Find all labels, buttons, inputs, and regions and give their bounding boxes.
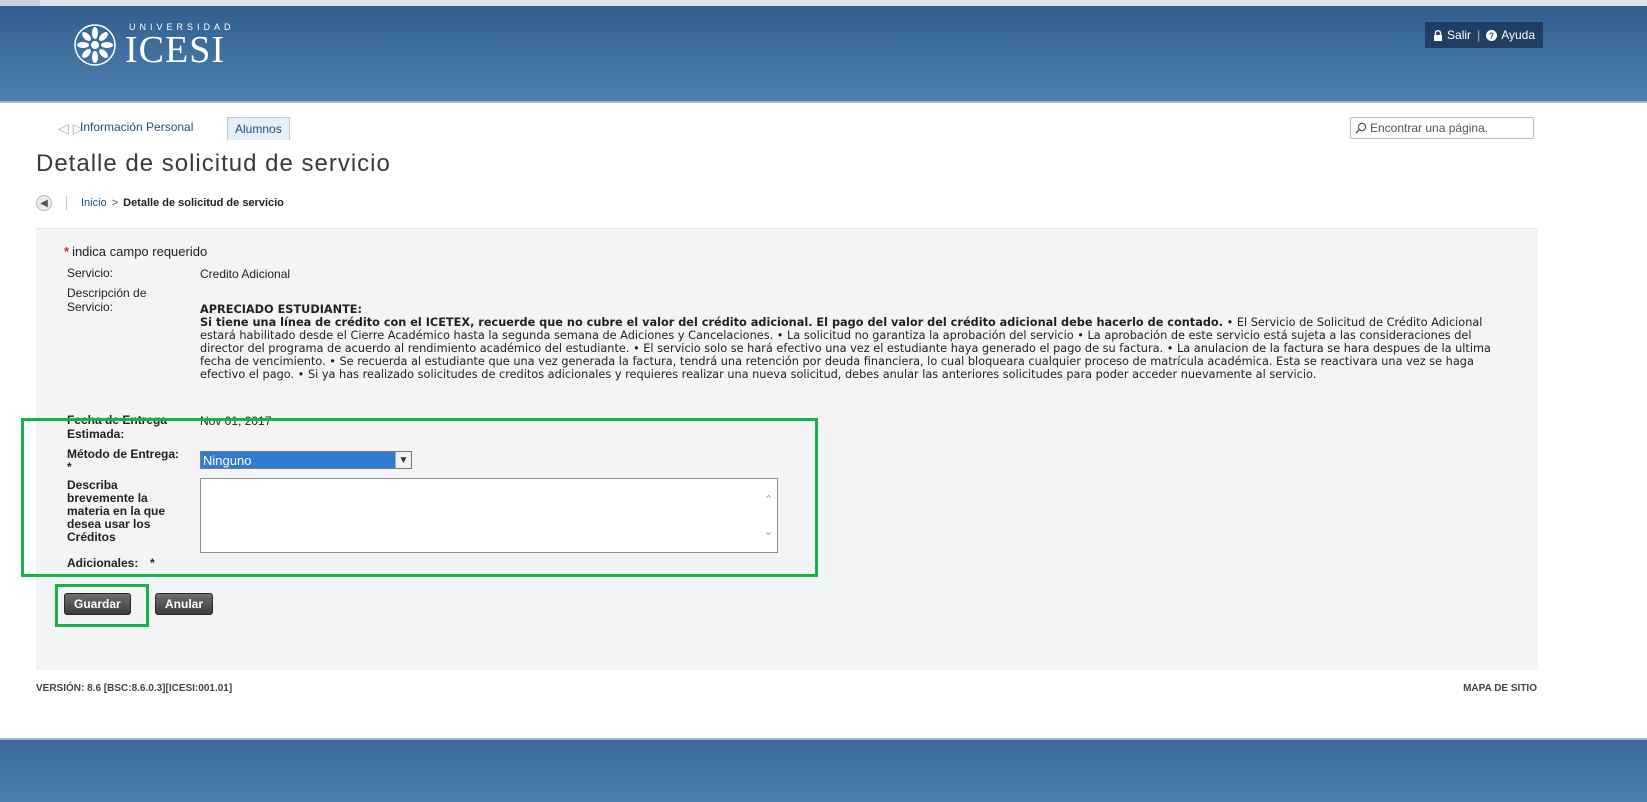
servicio-label: Servicio: xyxy=(67,266,114,280)
breadcrumb-home-link[interactable]: Inicio xyxy=(81,197,107,209)
required-star-icon: * xyxy=(64,244,70,259)
logout-link[interactable]: Salir xyxy=(1433,28,1471,42)
highlight-box-form-fields xyxy=(21,418,818,577)
page-search-input[interactable]: Encontrar una página. xyxy=(1350,117,1534,139)
header-banner: UNIVERSIDAD ICESI Salir | ? Ayuda xyxy=(0,0,1647,103)
top-links: Salir | ? Ayuda xyxy=(1425,22,1543,48)
breadcrumb: ◀ Inicio > Detalle de solicitud de servi… xyxy=(36,193,284,213)
anular-button[interactable]: Anular xyxy=(155,593,214,615)
icesi-emblem-icon xyxy=(74,24,116,66)
help-icon: ? xyxy=(1486,29,1498,41)
guardar-button[interactable]: Guardar xyxy=(64,593,131,615)
help-link[interactable]: ? Ayuda xyxy=(1486,28,1535,42)
header-topline xyxy=(0,0,1647,6)
header-nub xyxy=(0,0,40,6)
sitemap-link[interactable]: MAPA DE SITIO xyxy=(1463,683,1537,694)
servicio-value: Credito Adicional xyxy=(200,267,291,281)
lock-icon xyxy=(1434,29,1443,41)
version-text: VERSIÓN: 8.6 [BSC:8.6.0.3][ICESI:001.01] xyxy=(36,683,233,694)
page-title: Detalle de solicitud de servicio xyxy=(36,150,391,177)
descripcion-text: APRECIADO ESTUDIANTE: Si tiene una línea… xyxy=(200,303,1510,381)
required-note: * indica campo requerido xyxy=(64,244,207,259)
descripcion-label-line1: Descripción de xyxy=(67,286,147,300)
logo-words: UNIVERSIDAD ICESI xyxy=(125,22,235,71)
help-label: Ayuda xyxy=(1501,28,1535,42)
required-note-text: indica campo requerido xyxy=(72,244,208,259)
breadcrumb-separator: > xyxy=(111,197,119,209)
descripcion-heading: APRECIADO ESTUDIANTE: xyxy=(200,303,363,316)
tab-informacion-personal[interactable]: Información Personal xyxy=(80,120,193,134)
icesi-logo[interactable]: UNIVERSIDAD ICESI xyxy=(73,20,235,70)
logo-main-text: ICESI xyxy=(125,29,225,71)
footer-banner xyxy=(0,738,1647,802)
breadcrumb-current: Detalle de solicitud de servicio xyxy=(123,197,284,209)
svg-text:?: ? xyxy=(1489,31,1494,40)
back-arrow-icon[interactable]: ◀ xyxy=(36,195,52,211)
descripcion-bold: Si tiene una línea de crédito con el ICE… xyxy=(200,316,1223,329)
tab-alumnos[interactable]: Alumnos xyxy=(227,117,290,140)
breadcrumb-divider xyxy=(66,196,67,210)
search-icon xyxy=(1355,122,1367,134)
descripcion-label-line2: Servicio: xyxy=(67,300,114,314)
logout-label: Salir xyxy=(1447,28,1472,42)
search-placeholder: Encontrar una página. xyxy=(1370,121,1489,135)
top-links-separator: | xyxy=(1477,28,1481,42)
